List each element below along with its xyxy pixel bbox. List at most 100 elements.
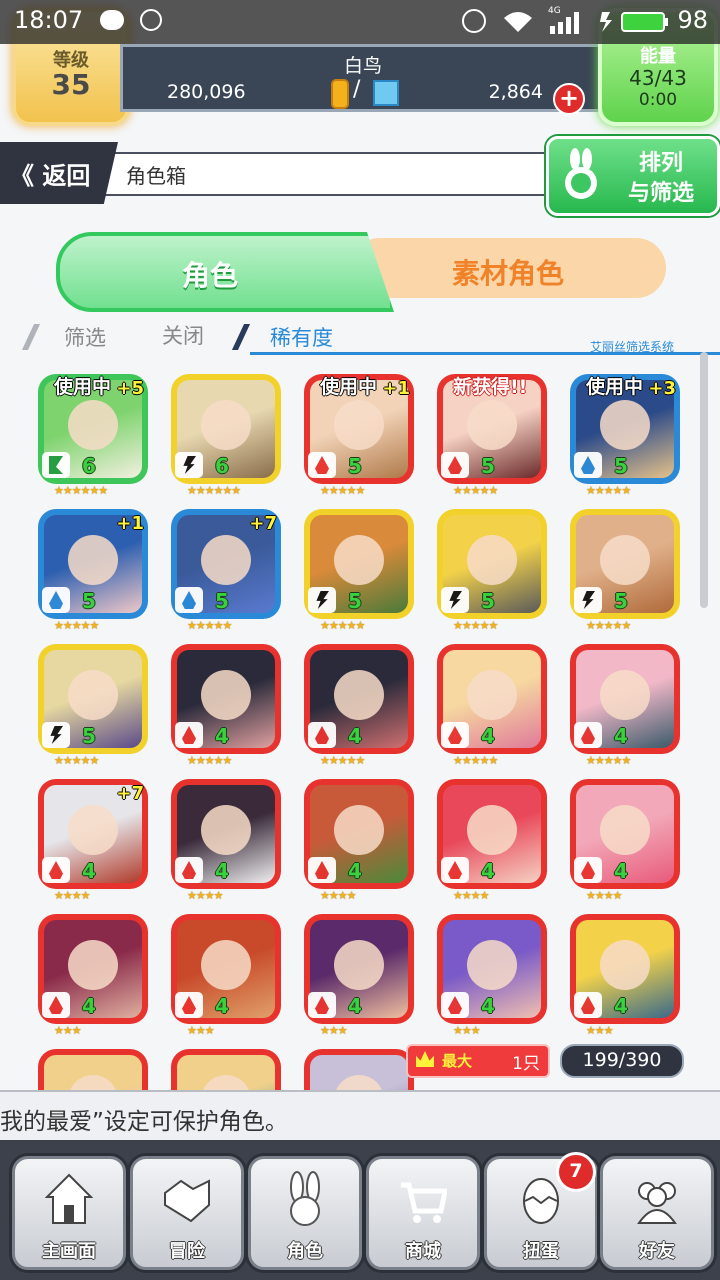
new-badge: 新获得!! bbox=[453, 376, 528, 398]
status-bar: 18:07 4G 98 bbox=[0, 0, 720, 44]
energy-label: 能量 bbox=[640, 46, 676, 67]
nav-characters[interactable]: 角色 bbox=[248, 1156, 362, 1270]
fire-element-icon bbox=[574, 992, 602, 1018]
energy-value: 43/43 bbox=[629, 66, 687, 90]
fire-element-icon bbox=[175, 992, 203, 1018]
character-card[interactable]: 5 bbox=[38, 644, 148, 754]
filter-toggle[interactable]: 筛选 bbox=[64, 322, 106, 352]
grid-scrollbar[interactable] bbox=[700, 352, 708, 608]
rarity-stars: ★★★★★ bbox=[586, 754, 631, 767]
character-card[interactable]: 4 +7 bbox=[38, 779, 148, 889]
card-level: 4 bbox=[481, 859, 495, 883]
sort-label: 排列 bbox=[638, 151, 683, 176]
signal-icon bbox=[550, 12, 579, 34]
character-card[interactable]: 4 bbox=[171, 644, 281, 754]
character-face bbox=[600, 670, 650, 720]
character-card[interactable]: 4 bbox=[304, 644, 414, 754]
card-level: 5 bbox=[481, 589, 495, 613]
character-card[interactable]: 6 +5 使用中 bbox=[38, 374, 148, 484]
fire-element-icon bbox=[441, 857, 469, 883]
fire-element-icon bbox=[441, 452, 469, 478]
box-capacity: 199/390 bbox=[560, 1044, 684, 1078]
sort-filter-button[interactable]: 排列 与筛选 bbox=[546, 136, 720, 216]
character-card[interactable]: 5 bbox=[570, 509, 680, 619]
nav-friends[interactable]: 好友 bbox=[600, 1156, 714, 1270]
character-face bbox=[201, 940, 251, 990]
card-level: 5 bbox=[348, 454, 362, 478]
nav-home[interactable]: 主画面 bbox=[12, 1156, 126, 1270]
hint-text: 我的最爱”设定可保护角色。 bbox=[0, 1109, 288, 1135]
character-face bbox=[600, 535, 650, 585]
check-icon bbox=[140, 9, 162, 31]
character-card[interactable]: 5 +3 使用中 bbox=[570, 374, 680, 484]
nav-label: 扭蛋 bbox=[523, 1241, 559, 1262]
clock: 18:07 bbox=[14, 6, 84, 34]
gem-icon bbox=[373, 80, 399, 106]
rarity-stars: ★★★★★ bbox=[586, 484, 631, 497]
character-card[interactable]: 5 +1 使用中 bbox=[304, 374, 414, 484]
rarity-stars: ★★★★★ bbox=[187, 619, 232, 632]
character-card[interactable]: 4 bbox=[304, 779, 414, 889]
character-face bbox=[68, 670, 118, 720]
character-card[interactable]: 5 bbox=[304, 509, 414, 619]
fire-element-icon bbox=[308, 992, 336, 1018]
sort-key[interactable]: 稀有度 bbox=[270, 322, 333, 352]
character-card[interactable]: 4 bbox=[38, 914, 148, 1024]
character-card[interactable]: 5 +7 bbox=[171, 509, 281, 619]
character-card[interactable]: 4 bbox=[437, 914, 547, 1024]
filter-state[interactable]: 关闭 bbox=[162, 320, 204, 350]
character-card[interactable]: 4 bbox=[570, 644, 680, 754]
rabbit-sort-icon bbox=[565, 148, 597, 199]
rarity-stars: ★★★★★★ bbox=[54, 484, 108, 497]
rarity-stars: ★★★★★★ bbox=[187, 484, 241, 497]
card-level: 4 bbox=[348, 724, 362, 748]
rarity-stars: ★★★★★ bbox=[453, 484, 498, 497]
character-card[interactable]: 4 bbox=[570, 779, 680, 889]
character-face bbox=[201, 400, 251, 450]
card-level: 6 bbox=[215, 454, 229, 478]
rarity-stars: ★★★★★ bbox=[320, 484, 365, 497]
player-name: 白鸟 bbox=[343, 55, 382, 77]
rarity-stars: ★★★★ bbox=[187, 889, 223, 902]
breadcrumb: 角色箱 bbox=[104, 152, 566, 196]
character-card[interactable]: 6 bbox=[171, 374, 281, 484]
fire-element-icon bbox=[441, 992, 469, 1018]
tab-label: 素材角色 bbox=[451, 257, 564, 290]
fire-element-icon bbox=[308, 857, 336, 883]
fire-element-icon bbox=[175, 722, 203, 748]
cart-icon bbox=[401, 1182, 447, 1223]
nav-shop[interactable]: 商城 bbox=[366, 1156, 480, 1270]
character-card[interactable] bbox=[38, 1049, 148, 1090]
character-card[interactable] bbox=[304, 1049, 414, 1090]
character-card[interactable] bbox=[171, 1049, 281, 1090]
card-level: 4 bbox=[348, 994, 362, 1018]
nav-label: 商城 bbox=[405, 1241, 441, 1262]
tab-characters[interactable]: 角色 bbox=[56, 232, 394, 312]
fire-element-icon bbox=[42, 857, 70, 883]
character-card[interactable]: 5 bbox=[437, 509, 547, 619]
card-level: 4 bbox=[215, 859, 229, 883]
character-card[interactable]: 4 bbox=[171, 914, 281, 1024]
card-level: 4 bbox=[348, 859, 362, 883]
character-card[interactable]: 4 bbox=[304, 914, 414, 1024]
character-face bbox=[68, 400, 118, 450]
filter-row: 筛选 关闭 稀有度 艾丽丝筛选系统 bbox=[20, 318, 720, 356]
handshake-icon bbox=[164, 1179, 210, 1223]
max-label: 最大 bbox=[442, 1052, 473, 1070]
in-use-badge: 使用中 bbox=[586, 376, 644, 398]
character-card[interactable]: 5 新获得!! bbox=[437, 374, 547, 484]
add-gems-button[interactable]: + bbox=[553, 83, 585, 115]
character-card[interactable]: 4 bbox=[437, 779, 547, 889]
character-card[interactable]: 4 bbox=[171, 779, 281, 889]
character-card[interactable]: 4 bbox=[437, 644, 547, 754]
character-card[interactable]: 4 bbox=[570, 914, 680, 1024]
character-face bbox=[334, 805, 384, 855]
nav-adventure[interactable]: 冒险 bbox=[130, 1156, 244, 1270]
back-button[interactable]: 《 返回 bbox=[0, 142, 118, 204]
character-card[interactable]: 5 +1 bbox=[38, 509, 148, 619]
rarity-stars: ★★★★★ bbox=[453, 619, 498, 632]
tab-material-characters[interactable]: 素材角色 bbox=[350, 238, 666, 298]
character-face bbox=[467, 940, 517, 990]
nav-label: 角色 bbox=[287, 1241, 323, 1262]
rarity-stars: ★★★★★ bbox=[453, 754, 498, 767]
